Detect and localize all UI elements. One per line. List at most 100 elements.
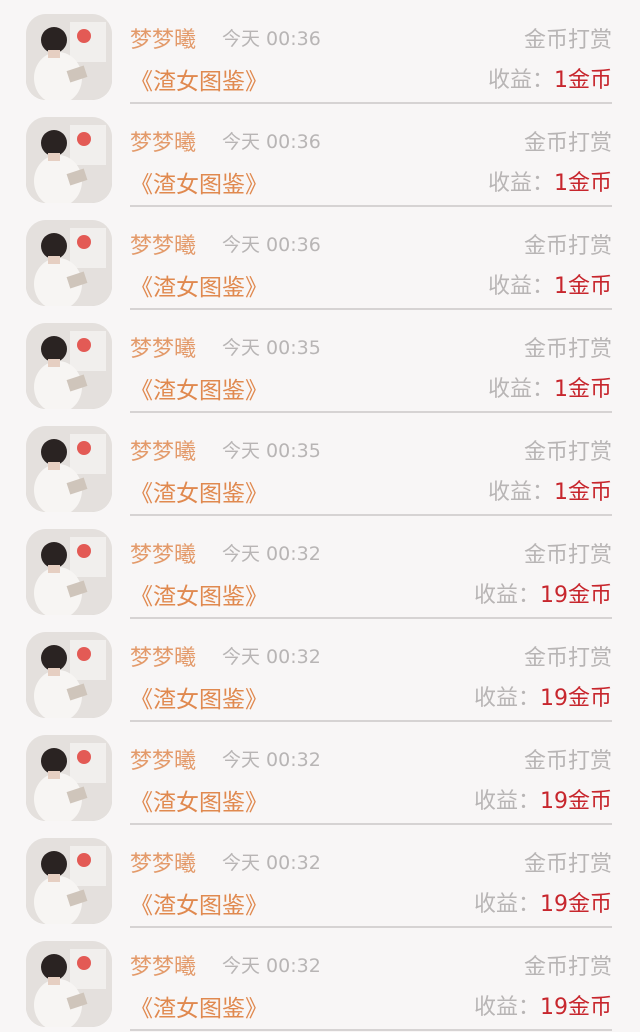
income-label: 收益： (473, 789, 540, 814)
income: 收益：1金币 (488, 268, 612, 300)
list-item[interactable]: 梦梦曦 今天 00:32 金币打赏 《渣女图鉴》 收益：19金币 (0, 824, 640, 928)
income-amount: 19金币 (540, 583, 612, 608)
income-label: 收益： (473, 892, 540, 917)
income-amount: 19金币 (540, 995, 612, 1020)
user-name[interactable]: 梦梦曦 (130, 22, 196, 54)
avatar[interactable] (26, 220, 112, 306)
income-amount: 1金币 (554, 480, 612, 505)
record-info: 梦梦曦 今天 00:36 金币打赏 《渣女图鉴》 收益：1金币 (130, 14, 612, 104)
income-amount: 1金币 (554, 274, 612, 299)
record-info: 梦梦曦 今天 00:32 金币打赏 《渣女图鉴》 收益：19金币 (130, 838, 612, 928)
timestamp: 今天 00:32 (222, 852, 321, 874)
list-item[interactable]: 梦梦曦 今天 00:35 金币打赏 《渣女图鉴》 收益：1金币 (0, 412, 640, 516)
user-name[interactable]: 梦梦曦 (130, 228, 196, 260)
income-amount: 19金币 (540, 892, 612, 917)
gift-type: 金币打赏 (523, 543, 612, 568)
book-title-link[interactable]: 《渣女图鉴》 (130, 783, 268, 817)
timestamp: 今天 00:32 (222, 955, 321, 977)
record-info: 梦梦曦 今天 00:32 金币打赏 《渣女图鉴》 收益：19金币 (130, 529, 612, 619)
timestamp: 今天 00:32 (222, 646, 321, 668)
income: 收益：1金币 (488, 474, 612, 506)
book-title-link[interactable]: 《渣女图鉴》 (130, 886, 268, 920)
book-title-link[interactable]: 《渣女图鉴》 (130, 989, 268, 1023)
user-name[interactable]: 梦梦曦 (130, 846, 196, 878)
list-item[interactable]: 梦梦曦 今天 00:35 金币打赏 《渣女图鉴》 收益：1金币 (0, 309, 640, 413)
user-name[interactable]: 梦梦曦 (130, 537, 196, 569)
timestamp: 今天 00:32 (222, 543, 321, 565)
avatar[interactable] (26, 14, 112, 100)
income: 收益：1金币 (488, 371, 612, 403)
timestamp: 今天 00:35 (222, 337, 321, 359)
avatar[interactable] (26, 838, 112, 924)
avatar[interactable] (26, 941, 112, 1027)
gift-type: 金币打赏 (523, 440, 612, 465)
timestamp: 今天 00:36 (222, 131, 321, 153)
user-name[interactable]: 梦梦曦 (130, 640, 196, 672)
book-title-link[interactable]: 《渣女图鉴》 (130, 371, 268, 405)
list-item[interactable]: 梦梦曦 今天 00:32 金币打赏 《渣女图鉴》 收益：19金币 (0, 515, 640, 619)
gift-type: 金币打赏 (523, 28, 612, 53)
record-info: 梦梦曦 今天 00:32 金币打赏 《渣女图鉴》 收益：19金币 (130, 735, 612, 825)
avatar[interactable] (26, 632, 112, 718)
gift-type: 金币打赏 (523, 131, 612, 156)
income-label: 收益： (487, 377, 554, 402)
book-title-link[interactable]: 《渣女图鉴》 (130, 268, 268, 302)
book-title-link[interactable]: 《渣女图鉴》 (130, 62, 268, 96)
user-name[interactable]: 梦梦曦 (130, 949, 196, 981)
income-amount: 19金币 (540, 686, 612, 711)
book-title-link[interactable]: 《渣女图鉴》 (130, 680, 268, 714)
avatar[interactable] (26, 735, 112, 821)
book-title-link[interactable]: 《渣女图鉴》 (130, 577, 268, 611)
record-info: 梦梦曦 今天 00:35 金币打赏 《渣女图鉴》 收益：1金币 (130, 323, 612, 413)
income-amount: 1金币 (554, 171, 612, 196)
gift-type: 金币打赏 (523, 234, 612, 259)
user-name[interactable]: 梦梦曦 (130, 125, 196, 157)
income: 收益：1金币 (488, 165, 612, 197)
income-amount: 1金币 (554, 68, 612, 93)
timestamp: 今天 00:36 (222, 28, 321, 50)
income-label: 收益： (487, 274, 554, 299)
income-label: 收益： (487, 480, 554, 505)
record-info: 梦梦曦 今天 00:36 金币打赏 《渣女图鉴》 收益：1金币 (130, 117, 612, 207)
list-item[interactable]: 梦梦曦 今天 00:32 金币打赏 《渣女图鉴》 收益：19金币 (0, 927, 640, 1031)
income-label: 收益： (473, 583, 540, 608)
income: 收益：1金币 (488, 62, 612, 94)
user-name[interactable]: 梦梦曦 (130, 331, 196, 363)
avatar[interactable] (26, 117, 112, 203)
book-title-link[interactable]: 《渣女图鉴》 (130, 165, 268, 199)
income: 收益：19金币 (474, 783, 612, 815)
user-name[interactable]: 梦梦曦 (130, 434, 196, 466)
gift-type: 金币打赏 (523, 749, 612, 774)
income: 收益：19金币 (474, 989, 612, 1021)
list-item[interactable]: 梦梦曦 今天 00:36 金币打赏 《渣女图鉴》 收益：1金币 (0, 0, 640, 104)
list-item[interactable]: 梦梦曦 今天 00:32 金币打赏 《渣女图鉴》 收益：19金币 (0, 618, 640, 722)
record-info: 梦梦曦 今天 00:32 金币打赏 《渣女图鉴》 收益：19金币 (130, 941, 612, 1031)
timestamp: 今天 00:35 (222, 440, 321, 462)
avatar[interactable] (26, 323, 112, 409)
income-label: 收益： (473, 995, 540, 1020)
list-item[interactable]: 梦梦曦 今天 00:36 金币打赏 《渣女图鉴》 收益：1金币 (0, 103, 640, 207)
income-amount: 19金币 (540, 789, 612, 814)
avatar[interactable] (26, 529, 112, 615)
record-info: 梦梦曦 今天 00:32 金币打赏 《渣女图鉴》 收益：19金币 (130, 632, 612, 722)
income: 收益：19金币 (474, 577, 612, 609)
income-label: 收益： (473, 686, 540, 711)
timestamp: 今天 00:36 (222, 234, 321, 256)
income-label: 收益： (487, 171, 554, 196)
record-info: 梦梦曦 今天 00:35 金币打赏 《渣女图鉴》 收益：1金币 (130, 426, 612, 516)
timestamp: 今天 00:32 (222, 749, 321, 771)
gift-type: 金币打赏 (523, 646, 612, 671)
user-name[interactable]: 梦梦曦 (130, 743, 196, 775)
income-label: 收益： (487, 68, 554, 93)
record-info: 梦梦曦 今天 00:36 金币打赏 《渣女图鉴》 收益：1金币 (130, 220, 612, 310)
gift-type: 金币打赏 (523, 852, 612, 877)
gift-type: 金币打赏 (523, 955, 612, 980)
list-item[interactable]: 梦梦曦 今天 00:32 金币打赏 《渣女图鉴》 收益：19金币 (0, 721, 640, 825)
avatar[interactable] (26, 426, 112, 512)
list-item[interactable]: 梦梦曦 今天 00:36 金币打赏 《渣女图鉴》 收益：1金币 (0, 206, 640, 310)
book-title-link[interactable]: 《渣女图鉴》 (130, 474, 268, 508)
income: 收益：19金币 (474, 886, 612, 918)
income: 收益：19金币 (474, 680, 612, 712)
gift-record-list: 梦梦曦 今天 00:36 金币打赏 《渣女图鉴》 收益：1金币 梦梦曦 今天 0… (0, 0, 640, 1032)
gift-type: 金币打赏 (523, 337, 612, 362)
